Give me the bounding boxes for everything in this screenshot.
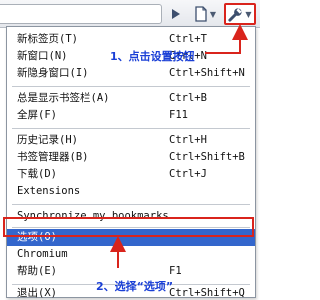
annotation-arrows bbox=[110, 24, 248, 268]
arrow-to-wrench bbox=[205, 24, 248, 54]
